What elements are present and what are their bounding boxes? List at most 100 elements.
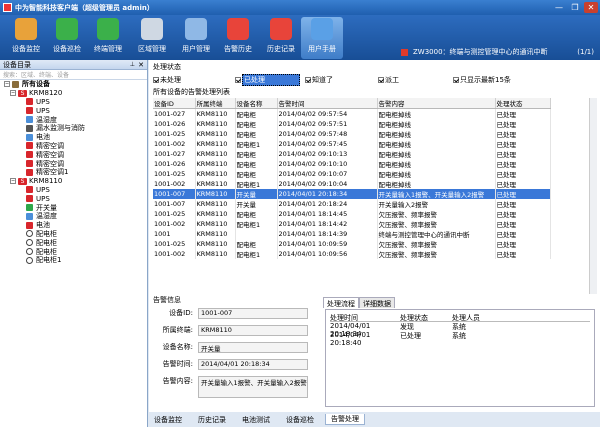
table-row[interactable]: 1001-025 KRM8110 配电柜 2014/04/02 09:10:07 配电柜… xyxy=(153,169,551,179)
tree-node[interactable]: 电池 xyxy=(0,221,147,230)
table-cell: 2014/04/02 09:10:13 xyxy=(277,149,378,159)
tab-process-flow[interactable]: 处理流程 xyxy=(323,297,359,308)
bottom-tab[interactable]: 历史记录 xyxy=(193,415,231,425)
table-cell: 1001-026 xyxy=(153,119,196,129)
toolbar-button-7[interactable]: 历史记录 xyxy=(261,17,301,59)
close-icon[interactable]: ✕ xyxy=(584,2,598,13)
table-row[interactable]: 1001-025 KRM8110 配电柜 2014/04/01 10:09:59 欠压报… xyxy=(153,239,551,249)
table-cell: 2014/04/02 09:57:45 xyxy=(277,139,378,149)
tree-node[interactable]: − S KRM8110 xyxy=(0,177,147,186)
column-header[interactable]: 设备名称 xyxy=(235,98,278,109)
alarm-table-scrollbar[interactable] xyxy=(589,98,597,294)
bottom-tab[interactable]: 告警处理 xyxy=(325,414,365,425)
table-cell: 已处理 xyxy=(495,139,551,149)
status-filter-option[interactable]: 未处理 xyxy=(153,75,235,85)
toolbar-button-8[interactable]: 用户手册 xyxy=(301,17,343,59)
table-cell: 已处理 xyxy=(495,129,551,139)
bottom-tab[interactable]: 电池测试 xyxy=(237,415,275,425)
bottom-tab[interactable]: 设备监控 xyxy=(149,415,187,425)
process-row[interactable]: 2014/04/01 20:18:40 已处理 系统 xyxy=(330,331,590,347)
table-cell: 2014/04/01 10:09:59 xyxy=(277,239,378,249)
column-header[interactable]: 处理状态 xyxy=(495,98,551,109)
status-filter-option[interactable]: 知道了 xyxy=(305,75,378,85)
process-panel: 处理流程 详细数据 处理时间 处理状态 处理人员 2014/04/01 20:18:3… xyxy=(323,297,597,409)
expand-toggle-icon[interactable]: − xyxy=(4,81,10,88)
status-filter-option[interactable]: 只显示最新15条 xyxy=(453,75,533,85)
table-row[interactable]: 1001-025 KRM8110 配电柜 2014/04/01 18:14:45 欠压报… xyxy=(153,209,551,219)
tree-node[interactable]: UPS xyxy=(0,194,147,203)
tree-node[interactable]: UPS xyxy=(0,186,147,195)
detail-label: 所属终端: xyxy=(162,326,193,334)
table-cell: 1001-002 xyxy=(153,179,196,189)
tree-node[interactable]: − S KRM8120 xyxy=(0,89,147,98)
tree-node[interactable]: − 所有设备 xyxy=(0,80,147,89)
filter-checkbox[interactable] xyxy=(305,77,311,83)
status-filter-option[interactable]: 已处理 xyxy=(235,74,305,86)
table-cell: KRM8110 xyxy=(195,209,236,219)
filter-label: 未处理 xyxy=(160,76,181,84)
filter-checkbox[interactable] xyxy=(378,77,384,83)
table-row[interactable]: 1001-025 KRM8110 配电柜 2014/04/02 09:57:48 配电柜… xyxy=(153,129,551,139)
toolbar-button-1[interactable]: 设备监控 xyxy=(6,17,46,59)
process-cell: 2014/04/01 20:18:34 xyxy=(330,322,371,338)
filter-checkbox[interactable] xyxy=(453,77,459,83)
device-status-icon xyxy=(26,124,33,132)
table-row[interactable]: 1001-002 KRM8110 配电柜1 2014/04/01 10:09:56 欠压… xyxy=(153,249,551,259)
column-header[interactable]: 告警时间 xyxy=(277,98,378,109)
minimize-icon[interactable]: — xyxy=(552,2,566,13)
table-row[interactable]: 1001-002 KRM8110 配电柜1 2014/04/02 09:10:04 配电… xyxy=(153,179,551,189)
toolbar-button-2[interactable]: 设备巡检 xyxy=(47,17,87,59)
table-cell: 2014/04/02 09:57:48 xyxy=(277,129,378,139)
close-pane-icon[interactable]: ✕ xyxy=(138,61,144,69)
toolbar-button-4[interactable]: 区域管理 xyxy=(132,17,172,59)
bottom-tab[interactable]: 设备巡检 xyxy=(281,415,319,425)
tree-node[interactable]: 精密空调 xyxy=(0,159,147,168)
filter-label: 知道了 xyxy=(312,76,333,84)
detail-field: 所属终端: KRM8110 xyxy=(153,325,308,336)
process-row[interactable]: 2014/04/01 20:18:34 发现 系统 xyxy=(330,322,590,338)
tree-node[interactable]: 配电柜 xyxy=(0,247,147,256)
distribution-cabinet-icon xyxy=(26,256,33,264)
tree-node[interactable]: 精密空调1 xyxy=(0,168,147,177)
tree-node[interactable]: 精密空调 xyxy=(0,142,147,151)
table-row[interactable]: 1001-002 KRM8110 配电柜1 2014/04/02 09:57:45 配电… xyxy=(153,139,551,149)
table-row[interactable]: 1001-026 KRM8110 配电柜 2014/04/02 09:10:10 配电柜… xyxy=(153,159,551,169)
tree-node[interactable]: 配电柜 xyxy=(0,238,147,247)
tree-node[interactable]: 漏水监测与消防 xyxy=(0,124,147,133)
pin-icon[interactable]: ⊥ xyxy=(130,61,135,68)
status-filter-option[interactable]: 派工 xyxy=(378,75,453,85)
table-row[interactable]: 1001-002 KRM8110 配电柜1 2014/04/01 18:14:42 欠压… xyxy=(153,219,551,229)
column-header[interactable]: 设备ID xyxy=(153,98,196,109)
tree-node[interactable]: 精密空调 xyxy=(0,150,147,159)
table-row[interactable]: 1001-007 KRM8110 开关量 2014/04/01 20:18:34 开关量… xyxy=(153,189,551,199)
tree-node[interactable]: 配电柜 xyxy=(0,230,147,239)
tree-node[interactable]: 电池 xyxy=(0,133,147,142)
column-header[interactable]: 告警内容 xyxy=(377,98,496,109)
filter-checkbox[interactable] xyxy=(235,77,241,83)
column-header[interactable]: 所属终端 xyxy=(195,98,236,109)
table-row[interactable]: 1001-026 KRM8110 配电柜 2014/04/02 09:57:51 配电柜… xyxy=(153,119,551,129)
table-row[interactable]: 1001 KRM8110 2014/04/01 18:14:39 终端与测控管理中心的… xyxy=(153,229,551,239)
toolbar-button-6[interactable]: 告警历史 xyxy=(218,17,258,59)
alarm-notification[interactable]: ZW3000：终端与测控管理中心的通讯中断 (1/1) xyxy=(401,45,600,59)
filter-checkbox[interactable] xyxy=(153,77,159,83)
table-cell: 欠压报警、频率报警 xyxy=(377,219,496,229)
tree-node[interactable]: UPS xyxy=(0,98,147,107)
detail-value: 2014/04/01 20:18:34 xyxy=(198,359,308,370)
table-row[interactable]: 1001-027 KRM8110 配电柜 2014/04/02 09:10:13 配电柜… xyxy=(153,149,551,159)
toolbar-button-3[interactable]: 终端管理 xyxy=(88,17,128,59)
device-status-icon xyxy=(26,212,33,220)
tree-node[interactable]: 配电柜1 xyxy=(0,256,147,265)
table-row[interactable]: 1001-027 KRM8110 配电柜 2014/04/02 09:57:54 配电柜… xyxy=(153,108,551,119)
toolbar-button-5[interactable]: 用户管理 xyxy=(176,17,216,59)
table-row[interactable]: 1001-007 KRM8110 开关量 2014/04/01 20:18:24 开关量… xyxy=(153,199,551,209)
maximize-icon[interactable]: ❐ xyxy=(568,2,582,13)
expand-toggle-icon[interactable]: − xyxy=(10,178,16,185)
table-cell: 已处理 xyxy=(495,179,551,189)
expand-toggle-icon[interactable]: − xyxy=(10,90,16,97)
tree-node[interactable]: 开关量 xyxy=(0,203,147,212)
tab-detail-data[interactable]: 详细数据 xyxy=(359,297,395,308)
table-cell: 已处理 xyxy=(495,119,551,129)
tree-node[interactable]: 温湿度 xyxy=(0,212,147,221)
tree-node[interactable]: UPS xyxy=(0,106,147,115)
